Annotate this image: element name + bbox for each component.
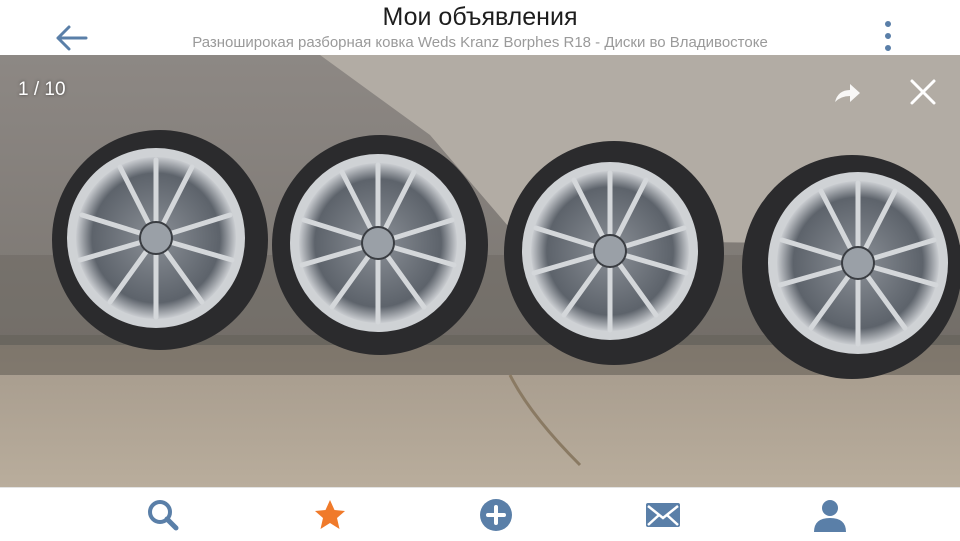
tab-favorites[interactable]: [310, 498, 350, 532]
tab-messages[interactable]: [643, 498, 683, 532]
tab-search[interactable]: [143, 498, 183, 532]
wheels-photo: [0, 55, 960, 487]
photo-counter: 1 / 10: [18, 79, 66, 100]
star-icon: [315, 500, 345, 529]
tab-add[interactable]: [476, 498, 516, 532]
tab-profile[interactable]: [810, 498, 850, 532]
envelope-icon: [646, 503, 680, 527]
share-button[interactable]: [830, 78, 864, 108]
vertical-dots-icon: [885, 21, 891, 51]
listing-subtitle: Разноширокая разборная ковка Weds Kranz …: [192, 34, 768, 51]
user-icon: [814, 500, 846, 532]
close-button[interactable]: [906, 76, 940, 108]
close-icon: [910, 79, 936, 105]
bottom-tab-bar: [0, 487, 960, 541]
page-title: Мои объявления: [382, 3, 578, 31]
plus-circle-icon: [480, 499, 512, 531]
listing-photo[interactable]: [0, 55, 960, 487]
header-bar: Мои объявления Разноширокая разборная ко…: [0, 0, 960, 55]
menu-button[interactable]: [872, 18, 904, 58]
share-arrow-icon: [835, 84, 860, 102]
magnifier-icon: [148, 500, 179, 531]
